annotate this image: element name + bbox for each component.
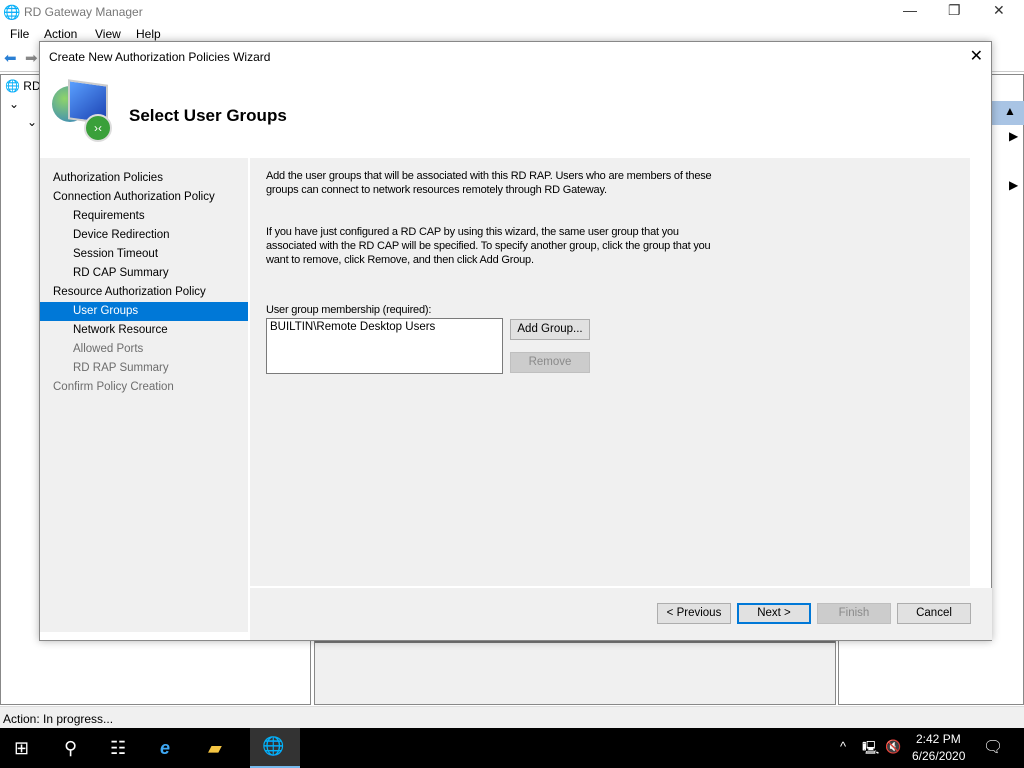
status-bar: Action: In progress... (0, 706, 1024, 728)
menu-action[interactable]: Action (44, 27, 77, 41)
finish-button[interactable]: Finish (817, 603, 891, 624)
wizard-step: Authorization Policies (53, 172, 163, 184)
content-panel: Add the user groups that will be associa… (250, 158, 970, 586)
status-text: Action: In progress... (3, 712, 114, 726)
wizard-step: User Groups (40, 302, 248, 321)
wizard-title: Create New Authorization Policies Wizard (49, 50, 271, 64)
chevron-down-icon[interactable]: ⌄ (9, 97, 19, 111)
app-title: RD Gateway Manager (24, 5, 143, 19)
details-panel (315, 641, 835, 704)
add-group-button[interactable]: Add Group... (510, 319, 590, 340)
network-icon[interactable]: 🖳 (862, 739, 879, 761)
wizard-step: Allowed Ports (73, 343, 144, 355)
cancel-button[interactable]: Cancel (897, 603, 971, 624)
text-line: Add the user groups that will be associa… (266, 170, 712, 182)
internet-explorer-icon[interactable]: e (160, 738, 170, 759)
description-paragraph: Add the user groups that will be associa… (266, 169, 712, 197)
forward-arrow-icon[interactable]: ➡ (25, 49, 38, 67)
close-button[interactable]: ✕ (993, 2, 1005, 19)
search-icon[interactable]: ⚲ (64, 738, 77, 759)
text-line: associated with the RD CAP will be speci… (266, 240, 711, 252)
page-heading: Select User Groups (129, 106, 287, 125)
rd-gateway-icon: 🌐 (262, 736, 285, 756)
back-arrow-icon[interactable]: ⬅ (4, 49, 17, 67)
wizard-step: Network Resource (73, 324, 168, 336)
tree-root[interactable]: 🌐 RD (5, 79, 41, 93)
wizard-step: Device Redirection (73, 229, 170, 241)
minimize-button[interactable]: — (903, 2, 917, 18)
wizard-step: Resource Authorization Policy (53, 286, 206, 298)
rd-gateway-wizard-icon: ›‹ (50, 79, 114, 144)
start-windows-icon[interactable]: ⊞ (14, 738, 29, 759)
taskbar: ⊞ ⚲ ☷ e ▰ 🌐 ^ 🖳 🔇 2:42 PM 6/26/2020 🗨 (0, 728, 1024, 768)
rd-gateway-icon: 🌐 (3, 4, 21, 20)
task-view-icon[interactable]: ☷ (110, 738, 126, 759)
group-list-label: User group membership (required): (266, 304, 432, 316)
user-group-list[interactable]: BUILTIN\Remote Desktop Users (266, 318, 503, 374)
wizard-step: Connection Authorization Policy (53, 191, 215, 203)
collapse-up-icon[interactable]: ▲ (1004, 104, 1016, 118)
maximize-button[interactable]: ❐ (948, 2, 961, 19)
previous-button[interactable]: < Previous (657, 603, 731, 624)
app-title-bar: 🌐 RD Gateway Manager — ❐ ✕ (0, 0, 1024, 24)
text-line: groups can connect to network resources … (266, 184, 607, 196)
taskbar-rd-gateway-button[interactable]: 🌐 (250, 728, 300, 768)
wizard-steps-nav: Authorization Policies Connection Authori… (40, 158, 248, 632)
list-item[interactable]: BUILTIN\Remote Desktop Users (270, 321, 499, 333)
file-explorer-icon[interactable]: ▰ (208, 738, 222, 759)
instructions-paragraph: If you have just configured a RD CAP by … (266, 225, 711, 267)
show-hidden-icons-chevron-icon[interactable]: ^ (840, 739, 846, 754)
menu-view[interactable]: View (95, 27, 121, 41)
menu-file[interactable]: File (10, 27, 29, 41)
text-line: If you have just configured a RD CAP by … (266, 226, 679, 238)
wizard-step: RD RAP Summary (73, 362, 169, 374)
button-bar: < Previous Next > Finish Cancel (250, 588, 992, 640)
wizard-step: Session Timeout (73, 248, 159, 260)
wizard-dialog: Create New Authorization Policies Wizard… (39, 41, 992, 641)
next-button[interactable]: Next > (737, 603, 811, 624)
wizard-step: Confirm Policy Creation (53, 381, 174, 393)
expand-right-icon[interactable]: ▶ (1009, 178, 1018, 192)
menu-help[interactable]: Help (136, 27, 161, 41)
wizard-step: RD CAP Summary (73, 267, 169, 279)
remove-button[interactable]: Remove (510, 352, 590, 373)
wizard-close-button[interactable]: ✕ (970, 46, 983, 66)
clock-time[interactable]: 2:42 PM (916, 732, 961, 746)
expand-right-icon[interactable]: ▶ (1009, 129, 1018, 143)
action-center-icon[interactable]: 🗨 (983, 737, 1003, 757)
clock-date[interactable]: 6/26/2020 (912, 749, 965, 763)
wizard-step: Requirements (73, 210, 145, 222)
chevron-down-icon[interactable]: ⌄ (27, 115, 37, 129)
volume-muted-icon[interactable]: 🔇 (885, 739, 901, 755)
text-line: want to remove, click Remove, and then c… (266, 254, 534, 266)
